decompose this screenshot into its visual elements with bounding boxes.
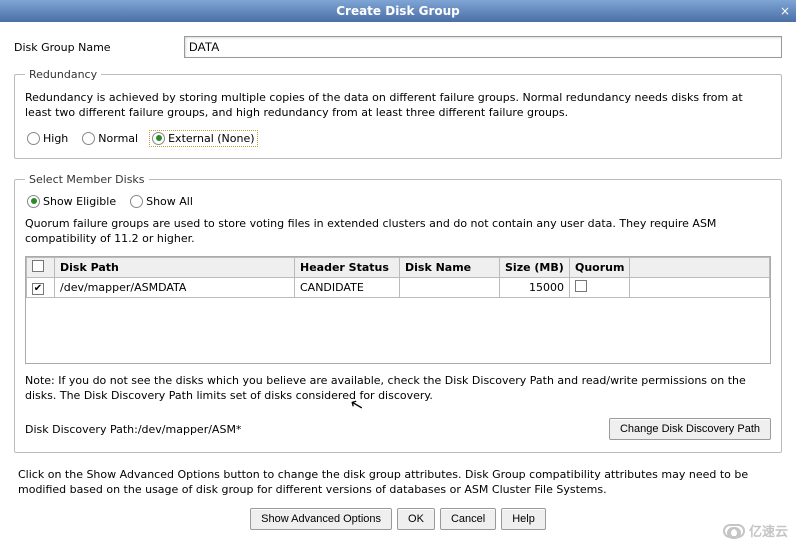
redundancy-group: Redundancy Redundancy is achieved by sto… (14, 68, 782, 159)
watermark-text: 亿速云 (749, 521, 788, 540)
member-disks-legend: Select Member Disks (25, 173, 149, 186)
redundancy-legend: Redundancy (25, 68, 101, 81)
row-disk-name[interactable] (400, 278, 500, 298)
quorum-note: Quorum failure groups are used to store … (25, 217, 771, 247)
redundancy-external-label: External (None) (168, 132, 254, 145)
col-quorum[interactable]: Quorum (570, 258, 630, 278)
redundancy-normal-radio[interactable]: Normal (80, 131, 140, 146)
footer-text: Click on the Show Advanced Options butto… (18, 467, 778, 498)
col-disk-path[interactable]: Disk Path (55, 258, 295, 278)
radio-icon (27, 195, 40, 208)
show-eligible-radio[interactable]: Show Eligible (25, 194, 118, 209)
redundancy-high-radio[interactable]: High (25, 131, 70, 146)
row-size-mb: 15000 (500, 278, 570, 298)
disk-table-container: Disk Path Header Status Disk Name Size (… (25, 256, 771, 364)
row-quorum[interactable] (570, 278, 630, 298)
redundancy-external-radio[interactable]: External (None) (150, 131, 256, 146)
row-disk-path: /dev/mapper/ASMDATA (55, 278, 295, 298)
cancel-button[interactable]: Cancel (440, 508, 496, 530)
discovery-path-value: /dev/mapper/ASM* (138, 423, 242, 436)
ok-button[interactable]: OK (397, 508, 435, 530)
change-discovery-path-button[interactable]: Change Disk Discovery Path (609, 418, 771, 440)
radio-icon (82, 132, 95, 145)
dialog-content: Disk Group Name Redundancy Redundancy is… (0, 22, 796, 538)
titlebar: Create Disk Group × (0, 0, 796, 22)
show-eligible-label: Show Eligible (43, 195, 116, 208)
col-spacer (630, 258, 770, 278)
col-header-status[interactable]: Header Status (295, 258, 400, 278)
member-disks-group: Select Member Disks Show Eligible Show A… (14, 173, 782, 453)
checkbox-icon (32, 283, 44, 295)
watermark-logo-icon (723, 524, 745, 538)
checkbox-icon (575, 280, 587, 292)
watermark: 亿速云 (723, 521, 788, 540)
redundancy-normal-label: Normal (98, 132, 138, 145)
window-title: Create Disk Group (336, 4, 460, 18)
show-advanced-options-button[interactable]: Show Advanced Options (250, 508, 392, 530)
disk-table: Disk Path Header Status Disk Name Size (… (26, 257, 770, 298)
radio-icon (152, 132, 165, 145)
redundancy-description: Redundancy is achieved by storing multip… (25, 91, 771, 121)
discovery-path-label: Disk Discovery Path: (25, 423, 138, 436)
close-icon[interactable]: × (780, 0, 790, 22)
row-checkbox[interactable] (27, 278, 55, 298)
select-all-header[interactable] (27, 258, 55, 278)
radio-icon (130, 195, 143, 208)
col-size-mb[interactable]: Size (MB) (500, 258, 570, 278)
table-row[interactable]: /dev/mapper/ASMDATA CANDIDATE 15000 (27, 278, 770, 298)
show-all-label: Show All (146, 195, 193, 208)
help-button[interactable]: Help (501, 508, 546, 530)
radio-icon (27, 132, 40, 145)
row-spacer (630, 278, 770, 298)
row-header-status: CANDIDATE (295, 278, 400, 298)
show-all-radio[interactable]: Show All (128, 194, 195, 209)
discovery-path: Disk Discovery Path:/dev/mapper/ASM* (25, 423, 241, 436)
disk-group-name-input[interactable] (184, 36, 782, 58)
discovery-note: Note: If you do not see the disks which … (25, 374, 771, 404)
disk-group-name-label: Disk Group Name (14, 41, 184, 54)
col-disk-name[interactable]: Disk Name (400, 258, 500, 278)
checkbox-icon (32, 260, 44, 272)
redundancy-high-label: High (43, 132, 68, 145)
